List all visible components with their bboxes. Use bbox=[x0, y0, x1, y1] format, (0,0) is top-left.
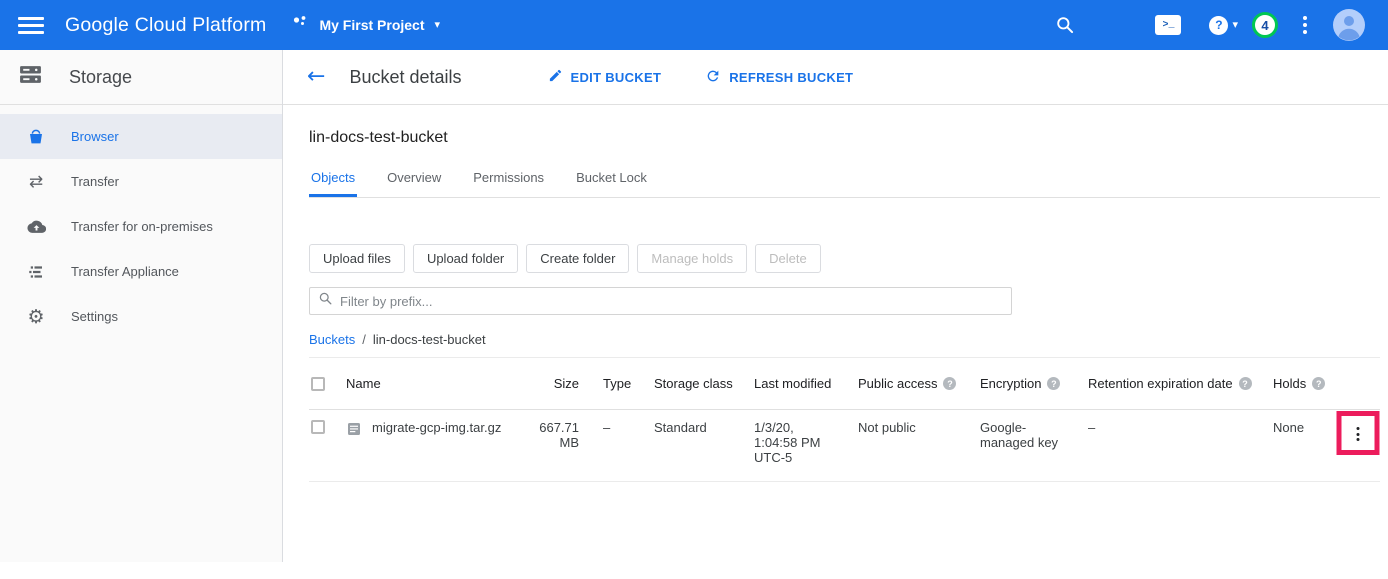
topbar: Google Cloud Platform My First Project ▾… bbox=[0, 0, 1388, 50]
page-title: Bucket details bbox=[349, 67, 461, 88]
sidebar-item-browser[interactable]: Browser bbox=[0, 114, 282, 159]
upload-files-button[interactable]: Upload files bbox=[309, 244, 405, 273]
cell-public-access: Not public bbox=[845, 420, 967, 465]
sidebar: Storage Browser ⇄ Transfer Transfer for … bbox=[0, 50, 283, 562]
objects-table: Name Size Type Storage class Last modifi… bbox=[309, 357, 1380, 482]
search-icon[interactable] bbox=[1055, 15, 1075, 35]
sidebar-nav: Browser ⇄ Transfer Transfer for on-premi… bbox=[0, 105, 282, 339]
column-header-holds: Holds ? bbox=[1259, 376, 1336, 391]
sidebar-item-transfer-appliance[interactable]: Transfer Appliance bbox=[0, 249, 282, 294]
tab-overview[interactable]: Overview bbox=[385, 164, 443, 197]
project-icon bbox=[292, 14, 309, 36]
row-actions-menu-icon[interactable] bbox=[1355, 425, 1362, 443]
brand-logo: Google Cloud Platform bbox=[65, 14, 266, 37]
transfer-arrows-icon: ⇄ bbox=[26, 172, 46, 192]
hamburger-menu-icon[interactable] bbox=[18, 17, 44, 34]
storage-product-icon bbox=[18, 62, 43, 92]
refresh-bucket-label: REFRESH BUCKET bbox=[729, 70, 853, 85]
file-icon bbox=[346, 421, 362, 440]
breadcrumb-separator: / bbox=[362, 332, 366, 347]
column-header-size: Size bbox=[535, 376, 581, 391]
column-header-storage-class: Storage class bbox=[637, 376, 741, 391]
create-folder-button[interactable]: Create folder bbox=[526, 244, 629, 273]
bucket-details-content: lin-docs-test-bucket Objects Overview Pe… bbox=[283, 129, 1388, 482]
sidebar-item-label: Transfer bbox=[71, 174, 119, 189]
breadcrumb-current: lin-docs-test-bucket bbox=[373, 332, 486, 347]
pencil-icon bbox=[548, 68, 563, 86]
bucket-name: lin-docs-test-bucket bbox=[309, 129, 1380, 147]
column-header-retention-expiration-date: Retention expiration date ? bbox=[1077, 376, 1259, 391]
edit-bucket-button[interactable]: EDIT BUCKET bbox=[548, 68, 662, 86]
refresh-icon bbox=[705, 68, 721, 87]
appliance-list-icon bbox=[26, 263, 46, 281]
refresh-bucket-button[interactable]: REFRESH BUCKET bbox=[705, 68, 853, 87]
project-selector[interactable]: My First Project ▾ bbox=[292, 14, 440, 36]
sidebar-item-transfer[interactable]: ⇄ Transfer bbox=[0, 159, 282, 204]
sidebar-item-settings[interactable]: ⚙ Settings bbox=[0, 294, 282, 339]
cell-encryption: Google-managed key bbox=[967, 420, 1077, 465]
column-header-public-access: Public access ? bbox=[845, 376, 967, 391]
table-header-row: Name Size Type Storage class Last modifi… bbox=[309, 358, 1380, 410]
help-icon[interactable]: ? bbox=[1047, 377, 1060, 390]
sidebar-item-label: Settings bbox=[71, 309, 118, 324]
app-frame: Storage Browser ⇄ Transfer Transfer for … bbox=[0, 50, 1388, 562]
sidebar-item-label: Transfer for on-premises bbox=[71, 219, 213, 234]
column-header-name: Name bbox=[339, 376, 535, 391]
gear-icon: ⚙ bbox=[26, 306, 46, 328]
sidebar-title: Storage bbox=[69, 67, 132, 88]
help-icon[interactable]: ? bbox=[943, 377, 956, 390]
notifications-badge[interactable]: 4 bbox=[1252, 12, 1278, 38]
delete-button: Delete bbox=[755, 244, 821, 273]
select-all-checkbox[interactable] bbox=[311, 377, 325, 391]
breadcrumb: Buckets / lin-docs-test-bucket bbox=[309, 332, 1380, 347]
column-header-type: Type bbox=[581, 376, 637, 391]
help-icon[interactable]: ? bbox=[1312, 377, 1325, 390]
avatar[interactable] bbox=[1332, 8, 1366, 42]
edit-bucket-label: EDIT BUCKET bbox=[571, 70, 662, 85]
main-panel: ← Bucket details EDIT BUCKET REFRESH BUC… bbox=[283, 50, 1388, 562]
tab-permissions[interactable]: Permissions bbox=[471, 164, 546, 197]
project-name: My First Project bbox=[319, 17, 424, 33]
search-icon bbox=[318, 291, 333, 311]
row-checkbox[interactable] bbox=[311, 420, 325, 434]
sidebar-item-label: Browser bbox=[71, 129, 119, 144]
cell-storage-class: Standard bbox=[637, 420, 741, 465]
cloud-upload-icon bbox=[26, 217, 46, 236]
cell-retention-expiration-date: – bbox=[1077, 420, 1259, 465]
tab-bucket-lock[interactable]: Bucket Lock bbox=[574, 164, 649, 197]
help-menu[interactable]: ? ▾ bbox=[1209, 16, 1238, 35]
sidebar-header: Storage bbox=[0, 50, 282, 105]
cell-type: – bbox=[581, 420, 637, 465]
help-icon: ? bbox=[1209, 16, 1228, 35]
help-icon[interactable]: ? bbox=[1239, 377, 1252, 390]
table-row: migrate-gcp-img.tar.gz 667.71 MB – Stand… bbox=[309, 410, 1380, 482]
objects-toolbar: Upload files Upload folder Create folder… bbox=[309, 244, 1380, 273]
cell-holds: None bbox=[1259, 420, 1336, 465]
filter-by-prefix-input[interactable] bbox=[340, 294, 1011, 309]
topbar-actions: >_ ? ▾ 4 bbox=[1055, 8, 1366, 42]
sidebar-item-transfer-on-premises[interactable]: Transfer for on-premises bbox=[0, 204, 282, 249]
breadcrumb-buckets-link[interactable]: Buckets bbox=[309, 332, 355, 347]
chevron-down-icon: ▾ bbox=[435, 20, 441, 31]
back-arrow-icon[interactable]: ← bbox=[307, 66, 325, 88]
cell-actions bbox=[1336, 420, 1380, 465]
page-header: ← Bucket details EDIT BUCKET REFRESH BUC… bbox=[283, 50, 1388, 105]
cloud-shell-icon[interactable]: >_ bbox=[1155, 15, 1181, 35]
chevron-down-icon: ▾ bbox=[1232, 20, 1238, 31]
bucket-icon bbox=[26, 128, 46, 146]
more-options-icon[interactable] bbox=[1300, 13, 1310, 37]
upload-folder-button[interactable]: Upload folder bbox=[413, 244, 518, 273]
cell-size: 667.71 MB bbox=[535, 420, 581, 465]
column-header-last-modified: Last modified bbox=[741, 376, 845, 391]
bucket-tabs: Objects Overview Permissions Bucket Lock bbox=[309, 164, 1380, 198]
column-header-encryption: Encryption ? bbox=[967, 376, 1077, 391]
filter-box bbox=[309, 287, 1012, 315]
sidebar-item-label: Transfer Appliance bbox=[71, 264, 179, 279]
manage-holds-button: Manage holds bbox=[637, 244, 747, 273]
object-name-link[interactable]: migrate-gcp-img.tar.gz bbox=[372, 420, 501, 435]
tab-objects[interactable]: Objects bbox=[309, 164, 357, 197]
cell-last-modified: 1/3/20, 1:04:58 PM UTC-5 bbox=[741, 420, 845, 465]
